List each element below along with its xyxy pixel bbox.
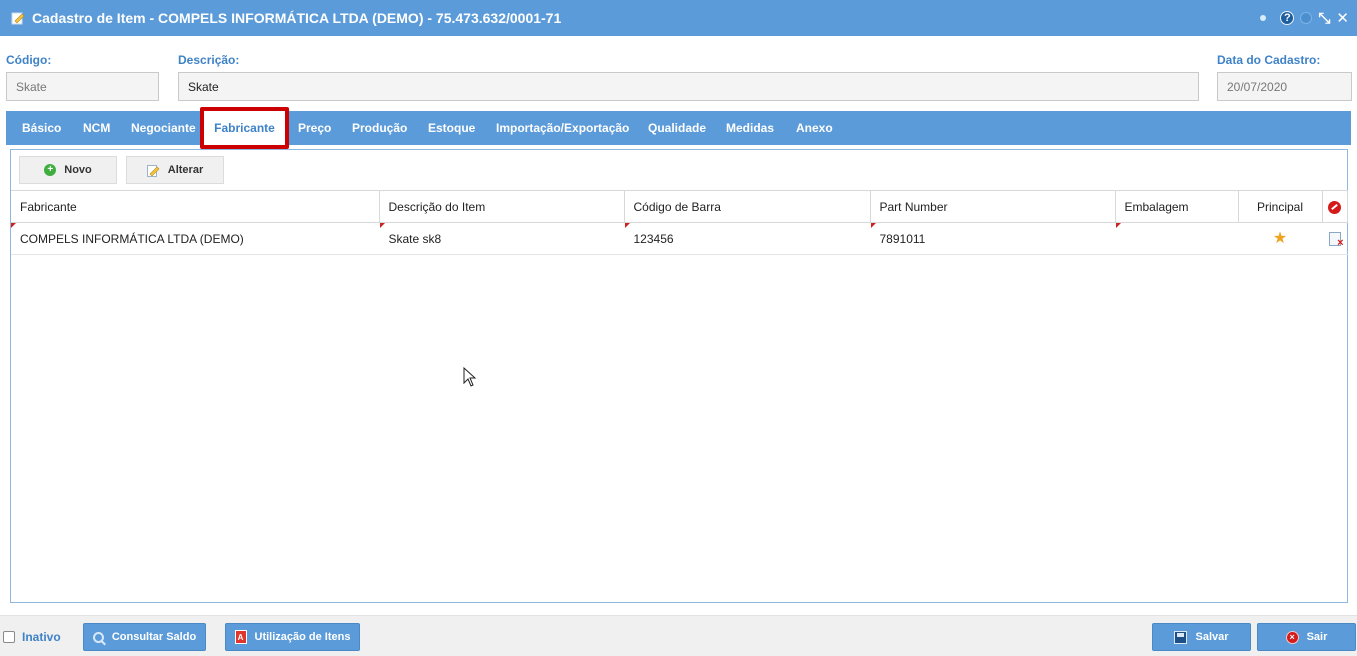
column-header-principal[interactable]: Principal bbox=[1238, 190, 1323, 223]
inativo-label[interactable]: Inativo bbox=[22, 630, 61, 644]
consultar-saldo-button[interactable]: Consultar Saldo bbox=[83, 623, 206, 651]
table-row[interactable]: COMPELS INFORMÁTICA LTDA (DEMO) Skate sk… bbox=[11, 222, 1347, 255]
fabricante-table: Fabricante Descrição do Item Código de B… bbox=[11, 190, 1348, 255]
column-header-codigo-barra[interactable]: Código de Barra bbox=[624, 190, 871, 223]
data-cadastro-field[interactable]: 20/07/2020 bbox=[1217, 72, 1352, 101]
descricao-label: Descrição: bbox=[178, 53, 240, 67]
data-cadastro-label: Data do Cadastro: bbox=[1217, 53, 1321, 67]
tab-qualidade[interactable]: Qualidade bbox=[648, 111, 706, 145]
footer-bar: Inativo Consultar Saldo A Utilização de … bbox=[0, 615, 1357, 656]
prohibited-icon bbox=[1328, 200, 1341, 214]
edit-document-icon bbox=[11, 12, 25, 25]
window-controls: ? ⤡ ✕ bbox=[1260, 9, 1349, 27]
alterar-button-label: Alterar bbox=[167, 164, 204, 176]
descricao-field[interactable]: Skate bbox=[178, 72, 1199, 101]
utilizacao-itens-label: Utilização de Itens bbox=[254, 631, 351, 643]
cell-fabricante[interactable]: COMPELS INFORMÁTICA LTDA (DEMO) bbox=[11, 222, 379, 255]
mouse-pointer-icon bbox=[463, 367, 477, 387]
table-header-row: Fabricante Descrição do Item Código de B… bbox=[11, 190, 1348, 223]
cell-descricao[interactable]: Skate sk8 bbox=[379, 222, 624, 255]
close-icon[interactable]: ✕ bbox=[1336, 11, 1349, 26]
add-icon: + bbox=[44, 164, 57, 176]
column-header-part-number[interactable]: Part Number bbox=[870, 190, 1116, 223]
fabricante-panel: + Novo Alterar Fabricante Descrição do I… bbox=[10, 149, 1348, 603]
salvar-button[interactable]: Salvar bbox=[1152, 623, 1251, 651]
cell-principal[interactable]: ★ bbox=[1238, 222, 1322, 255]
column-header-embalagem[interactable]: Embalagem bbox=[1115, 190, 1239, 223]
alterar-button[interactable]: Alterar bbox=[126, 156, 224, 184]
tab-medidas[interactable]: Medidas bbox=[726, 111, 774, 145]
delete-row-icon[interactable] bbox=[1328, 231, 1344, 249]
novo-button[interactable]: + Novo bbox=[19, 156, 117, 184]
tab-estoque[interactable]: Estoque bbox=[428, 111, 475, 145]
cell-part-number[interactable]: 7891011 bbox=[870, 222, 1115, 255]
help-icon[interactable]: ? bbox=[1280, 11, 1295, 25]
tab-basico[interactable]: Básico bbox=[22, 111, 61, 145]
star-icon[interactable]: ★ bbox=[1273, 230, 1287, 247]
sair-label: Sair bbox=[1306, 631, 1328, 643]
exit-icon: × bbox=[1285, 630, 1299, 644]
cell-codigo-barra[interactable]: 123456 bbox=[624, 222, 870, 255]
column-header-fabricante[interactable]: Fabricante bbox=[11, 190, 380, 223]
novo-button-label: Novo bbox=[64, 164, 92, 176]
column-header-delete bbox=[1322, 190, 1348, 223]
settings-circle-icon[interactable] bbox=[1300, 12, 1313, 24]
tab-producao[interactable]: Produção bbox=[352, 111, 407, 145]
pencil-icon bbox=[146, 164, 160, 177]
window-title: Cadastro de Item - COMPELS INFORMÁTICA L… bbox=[32, 10, 562, 26]
cell-embalagem[interactable] bbox=[1115, 222, 1238, 255]
search-icon bbox=[92, 631, 104, 643]
tab-negociante[interactable]: Negociante bbox=[131, 111, 196, 145]
salvar-label: Salvar bbox=[1195, 631, 1229, 643]
floppy-disk-icon bbox=[1174, 630, 1188, 644]
status-dot-icon bbox=[1260, 15, 1267, 21]
tab-bar: Básico NCM Negociante Fabricante Preço P… bbox=[6, 107, 1351, 149]
tab-preco[interactable]: Preço bbox=[298, 111, 331, 145]
inativo-checkbox[interactable] bbox=[3, 631, 15, 643]
restore-icon[interactable]: ⤡ bbox=[1318, 11, 1330, 26]
column-header-descricao[interactable]: Descrição do Item bbox=[379, 190, 625, 223]
tab-importacao-exportacao[interactable]: Importação/Exportação bbox=[496, 111, 629, 145]
window-titlebar: Cadastro de Item - COMPELS INFORMÁTICA L… bbox=[0, 0, 1357, 36]
cell-delete[interactable] bbox=[1322, 222, 1347, 255]
pdf-icon: A bbox=[234, 630, 247, 644]
tab-fabricante[interactable]: Fabricante bbox=[200, 107, 289, 149]
tab-ncm[interactable]: NCM bbox=[83, 111, 110, 145]
utilizacao-itens-button[interactable]: A Utilização de Itens bbox=[225, 623, 360, 651]
codigo-field[interactable]: Skate bbox=[6, 72, 159, 101]
sair-button[interactable]: × Sair bbox=[1257, 623, 1356, 651]
consultar-saldo-label: Consultar Saldo bbox=[111, 631, 197, 643]
codigo-label: Código: bbox=[6, 53, 52, 67]
tab-anexo[interactable]: Anexo bbox=[796, 111, 833, 145]
